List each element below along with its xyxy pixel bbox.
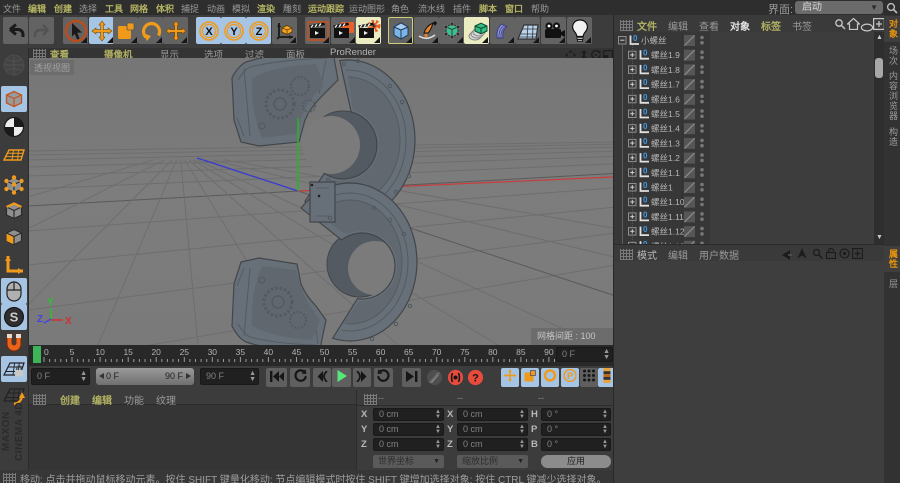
svg-text:Z: Z [255,26,262,38]
svg-text:55: 55 [348,347,358,357]
svg-text:?: ? [472,373,479,385]
svg-text:50: 50 [320,347,330,357]
svg-text:0: 0 [643,93,648,102]
svg-text:螺丝1.7: 螺丝1.7 [651,80,680,90]
svg-text:90: 90 [544,347,554,357]
svg-text:X: X [65,316,72,326]
svg-text:85: 85 [516,347,526,357]
svg-text:0: 0 [643,137,648,146]
svg-text:0: 0 [643,181,648,190]
svg-text:45: 45 [292,347,302,357]
svg-text:80: 80 [488,347,498,357]
svg-text:0: 0 [643,166,648,175]
svg-text:70: 70 [432,347,442,357]
svg-text:0: 0 [643,210,648,219]
svg-text:40: 40 [264,347,274,357]
svg-text:35: 35 [236,347,246,357]
svg-text:0: 0 [633,34,638,43]
svg-text:0: 0 [643,49,648,58]
svg-text:5: 5 [70,347,75,357]
svg-text:X: X [205,26,213,38]
svg-text:Y: Y [230,26,238,38]
svg-text:20: 20 [151,347,161,357]
svg-text:螺丝1.8: 螺丝1.8 [651,65,680,75]
svg-text:螺丝1.1: 螺丝1.1 [651,168,680,178]
svg-text:0: 0 [643,108,648,117]
svg-text:0: 0 [643,152,648,161]
svg-text:螺丝1.12: 螺丝1.12 [651,227,685,237]
svg-text:60: 60 [376,347,386,357]
svg-text:0: 0 [643,63,648,72]
svg-text:65: 65 [404,347,414,357]
svg-text:25: 25 [180,347,190,357]
svg-text:0: 0 [643,225,648,234]
svg-text:螺丝1.11: 螺丝1.11 [651,212,684,222]
svg-text:螺丝1.10: 螺丝1.10 [651,197,685,207]
svg-text:P: P [567,371,573,381]
svg-text:0: 0 [643,196,648,205]
svg-text:0: 0 [643,78,648,87]
svg-text:0: 0 [44,347,49,357]
svg-text:15: 15 [123,347,133,357]
svg-text:0: 0 [643,122,648,131]
svg-text:小螺丝: 小螺丝 [641,36,667,46]
svg-text:螺丝1.2: 螺丝1.2 [651,153,680,163]
svg-text:10: 10 [95,347,105,357]
svg-text:30: 30 [208,347,218,357]
svg-text:螺丝1.6: 螺丝1.6 [651,94,680,104]
svg-text:螺丝1.9: 螺丝1.9 [651,50,680,60]
svg-text:S: S [10,310,19,325]
svg-text:螺丝1: 螺丝1 [651,183,673,193]
svg-text:螺丝1.5: 螺丝1.5 [651,109,680,119]
svg-text:螺丝1.4: 螺丝1.4 [651,124,680,134]
svg-text:螺丝1.3: 螺丝1.3 [651,138,680,148]
svg-text:Z: Z [37,314,43,325]
svg-text:Y: Y [47,297,54,308]
svg-text:75: 75 [460,347,470,357]
